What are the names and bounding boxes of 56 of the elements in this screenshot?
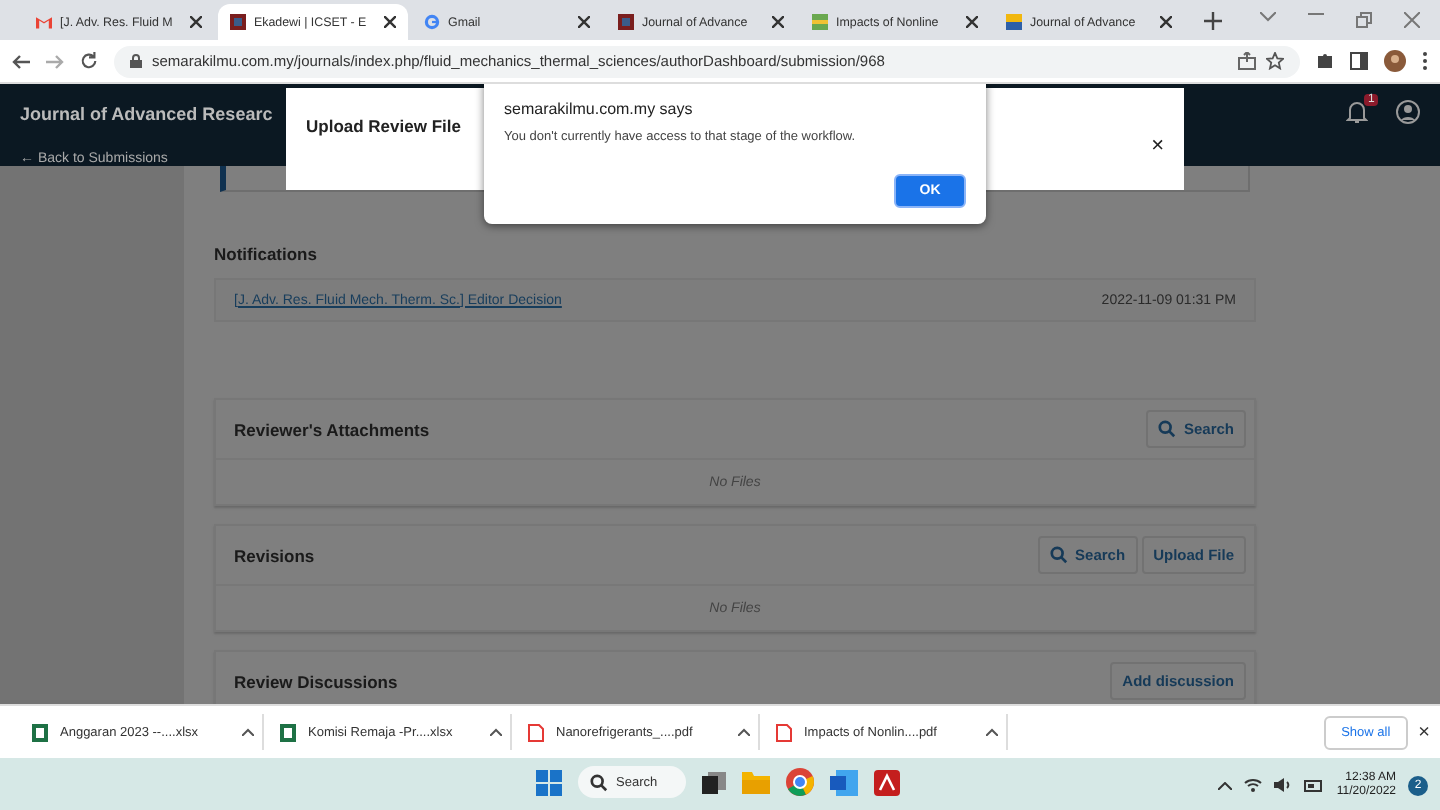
speaker-icon[interactable] (1274, 778, 1293, 792)
caret-icon[interactable] (490, 728, 502, 736)
task-view-icon[interactable] (702, 770, 726, 794)
close-icon[interactable] (384, 16, 396, 28)
site-icon (230, 14, 246, 30)
section-heading: Notifications (214, 244, 319, 264)
close-button[interactable]: × (1151, 133, 1164, 157)
chevron-up-icon[interactable] (1218, 781, 1233, 789)
pdf-icon (528, 723, 544, 741)
bell-icon[interactable] (1346, 100, 1368, 124)
site-icon (618, 14, 634, 30)
caret-icon[interactable] (738, 728, 750, 736)
caret-icon[interactable] (242, 728, 254, 736)
browser-icon[interactable] (786, 768, 814, 796)
more-icon[interactable] (1422, 52, 1428, 70)
word-icon[interactable] (830, 769, 858, 795)
modal-title: Upload Review File (306, 116, 461, 140)
back-arrow-icon[interactable] (12, 53, 30, 69)
g-logo-icon (424, 14, 440, 30)
journal-title: Journal of Advanced Researc (20, 104, 273, 124)
close-button[interactable]: × (1408, 721, 1440, 743)
alert-origin: semarakilmu.com.my says (504, 100, 695, 118)
site-icon (1006, 14, 1022, 30)
spreadsheet-icon (32, 723, 48, 741)
new-tab-icon[interactable] (1204, 11, 1222, 29)
close-icon[interactable] (190, 16, 202, 28)
search-icon (590, 773, 608, 791)
close-icon[interactable] (966, 16, 978, 28)
share-icon[interactable] (1238, 52, 1256, 70)
minimize-icon[interactable] (1308, 12, 1324, 16)
pdf-icon (776, 723, 792, 741)
pdf-reader-icon[interactable] (874, 769, 900, 795)
wifi-icon[interactable] (1244, 778, 1263, 792)
close-icon[interactable] (1160, 16, 1172, 28)
star-icon[interactable] (1266, 52, 1284, 70)
close-icon[interactable] (578, 16, 590, 28)
panel-title: Review Discussions (234, 671, 400, 691)
reload-icon[interactable] (80, 52, 98, 70)
battery-icon[interactable] (1304, 779, 1325, 791)
avatar-icon[interactable] (1384, 50, 1406, 72)
search-icon (1157, 420, 1176, 438)
spreadsheet-icon (280, 723, 296, 741)
search-icon (1049, 546, 1068, 564)
windows-start-icon[interactable] (536, 769, 562, 795)
chevron-down-icon[interactable] (1260, 12, 1276, 22)
panel-title: Revisions (234, 545, 317, 565)
mail-icon (36, 14, 52, 30)
puzzle-icon[interactable] (1316, 52, 1334, 70)
side-panel-icon[interactable] (1350, 52, 1368, 70)
site-icon (812, 14, 828, 30)
lock-icon (130, 54, 142, 68)
caret-icon[interactable] (986, 728, 998, 736)
user-icon[interactable] (1396, 100, 1420, 124)
close-icon[interactable] (772, 16, 784, 28)
restore-icon[interactable] (1356, 12, 1372, 28)
panel-title: Reviewer's Attachments (234, 419, 432, 439)
